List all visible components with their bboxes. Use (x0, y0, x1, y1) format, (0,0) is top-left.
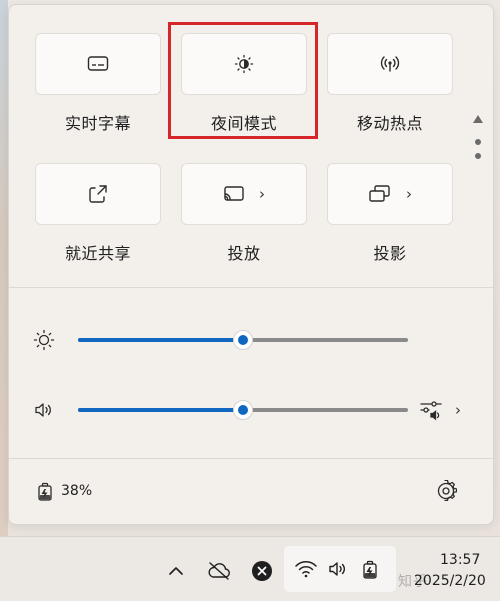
project-icon (368, 184, 392, 204)
quick-settings-footer: 38% (9, 458, 493, 524)
audio-output-chevron-icon[interactable]: › (448, 400, 468, 420)
audio-output-icon[interactable] (418, 398, 444, 422)
tile-project[interactable]: › (327, 163, 453, 225)
tray-speaker-icon[interactable] (326, 558, 350, 580)
brightness-thumb[interactable] (233, 330, 253, 350)
brightness-fill (78, 338, 243, 342)
clock-date[interactable]: 2025/2/20 (414, 573, 486, 589)
volume-fill (78, 408, 243, 412)
taskbar: 13:57 知乎 2025/2/20 (0, 536, 500, 601)
tile-live-captions[interactable] (35, 33, 161, 95)
page-dot-2[interactable] (475, 153, 481, 159)
battery-charging-icon[interactable] (33, 480, 57, 502)
share-icon (87, 183, 109, 205)
page-up-icon[interactable] (473, 115, 483, 123)
captions-icon (87, 55, 109, 73)
brightness-slider-row (30, 324, 470, 354)
tile-label-nearby-sharing: 就近共享 (64, 244, 131, 263)
night-light-highlight-box (168, 22, 318, 139)
hotspot-icon (379, 53, 401, 75)
tile-label-project: 投影 (373, 244, 407, 263)
cast-icon (223, 185, 245, 203)
volume-slider-row: › (30, 394, 470, 424)
volume-thumb[interactable] (233, 400, 253, 420)
system-tray-group[interactable] (284, 546, 396, 592)
chevron-up-icon[interactable] (166, 561, 186, 581)
project-chevron-icon[interactable]: › (406, 185, 412, 203)
page-indicator[interactable] (473, 115, 483, 163)
tile-label-live-captions: 实时字幕 (64, 114, 131, 133)
tile-nearby-sharing[interactable] (35, 163, 161, 225)
divider-top (9, 287, 493, 288)
brightness-icon (32, 328, 56, 352)
close-circle-icon[interactable] (250, 559, 274, 583)
clock-time[interactable]: 13:57 (440, 552, 480, 568)
tile-cast[interactable]: › (181, 163, 307, 225)
tile-mobile-hotspot[interactable] (327, 33, 453, 95)
gear-icon[interactable] (433, 478, 459, 504)
desktop-edge (0, 0, 8, 601)
tray-battery-charging-icon[interactable] (358, 557, 382, 581)
speaker-icon[interactable] (32, 399, 56, 421)
wifi-icon[interactable] (294, 558, 318, 580)
cast-chevron-icon[interactable]: › (259, 185, 265, 203)
tile-label-cast: 投放 (227, 244, 261, 263)
battery-percent[interactable]: 38% (61, 483, 92, 499)
cloud-off-icon[interactable] (206, 559, 232, 583)
tile-label-mobile-hotspot: 移动热点 (356, 114, 423, 133)
page-dot-1[interactable] (475, 139, 481, 145)
